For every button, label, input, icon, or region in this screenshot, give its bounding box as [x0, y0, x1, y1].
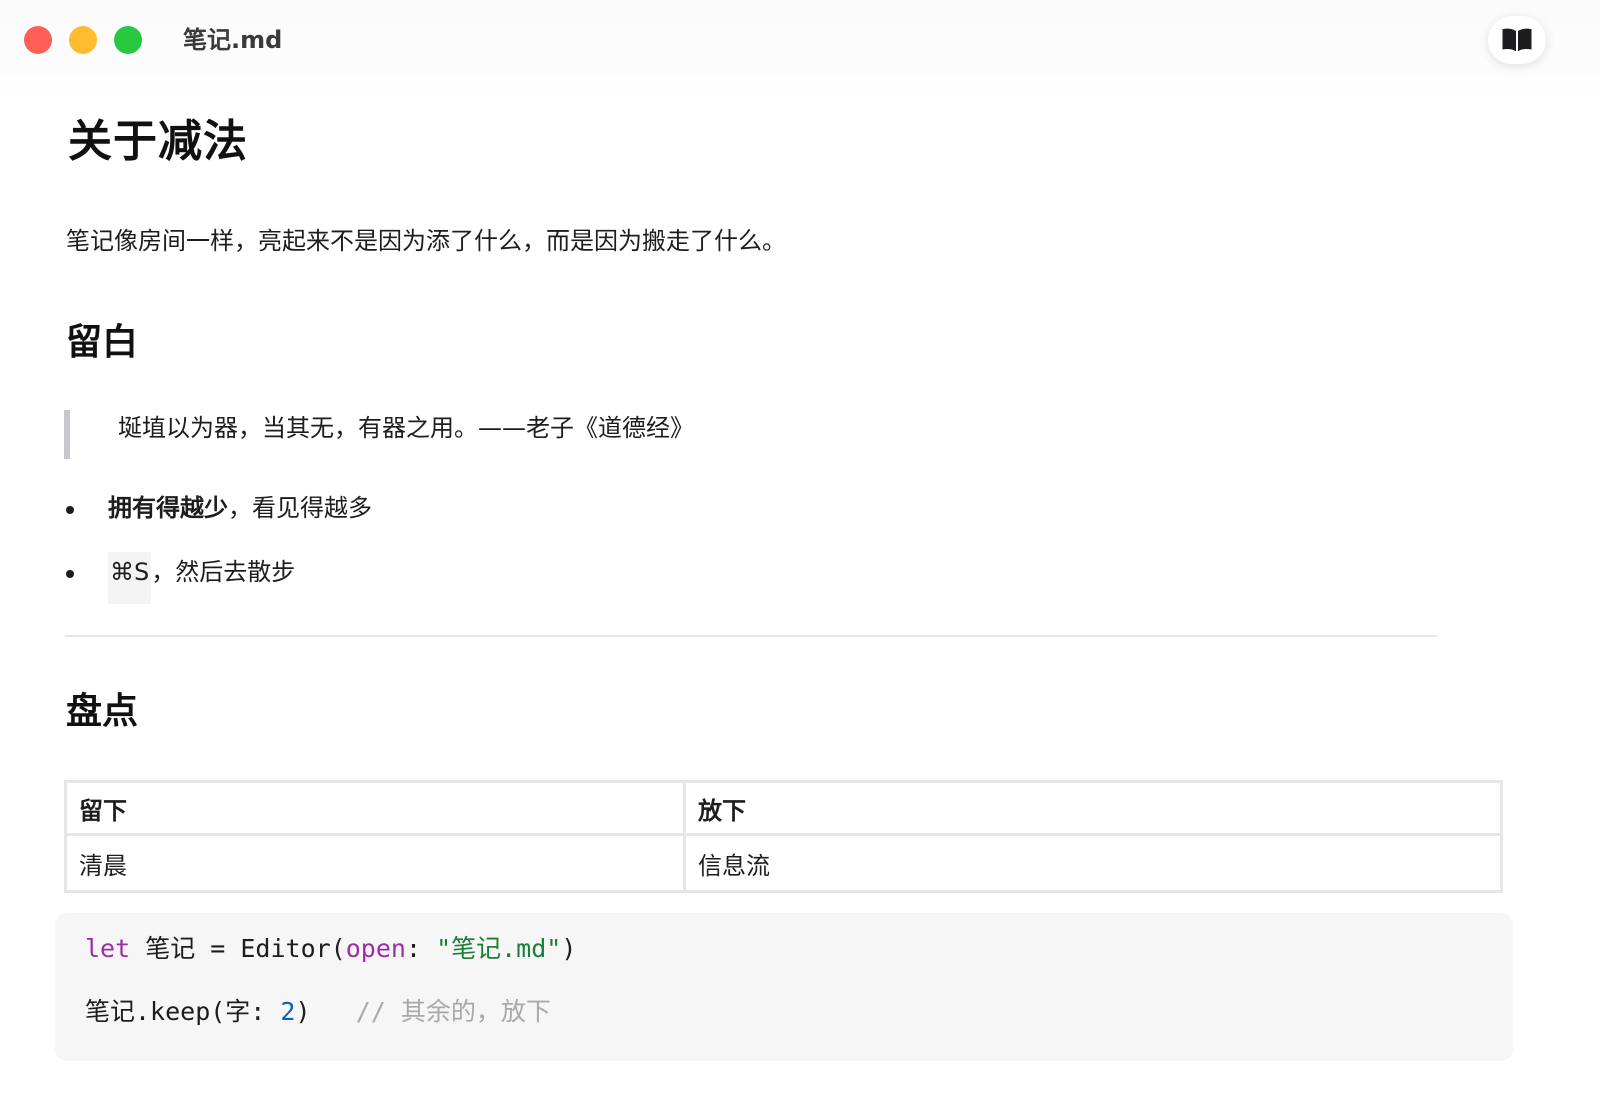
bullet-icon [66, 570, 74, 578]
section-heading-blank: 留白 [66, 322, 139, 363]
code-line: let 笔记 = Editor(open: "笔记.md") [85, 929, 576, 969]
reader-mode-button[interactable] [1488, 16, 1546, 64]
list-item-bold: 拥有得越少 [108, 494, 228, 522]
code-number: 2 [280, 997, 296, 1026]
code-identifier: 笔记 = Editor( [130, 934, 346, 963]
table-header-cell: 留下 [64, 780, 686, 836]
table-row: 清晨 信息流 [64, 833, 1504, 893]
open-book-icon [1502, 28, 1532, 52]
table-cell: 信息流 [682, 833, 1504, 893]
editor-window: 笔记.md 关于减法 笔记像房间一样，亮起来不是因为添了什么，而是因为搬走了什么… [0, 0, 1600, 1120]
quote-text: 埏埴以为器，当其无，有器之用。——老子《道德经》 [118, 414, 694, 442]
code-parameter: open [345, 934, 406, 963]
window-title: 笔记.md [183, 26, 283, 54]
title-bar: 笔记.md [0, 0, 1600, 100]
zoom-button[interactable] [114, 26, 142, 54]
intro-paragraph: 笔记像房间一样，亮起来不是因为添了什么，而是因为搬走了什么。 [66, 227, 786, 255]
code-keyword: let [85, 934, 131, 963]
list-item-text: ，看见得越多 [228, 494, 372, 522]
section-heading-inventory: 盘点 [66, 691, 139, 732]
code-punct: ) [561, 934, 577, 963]
table-header-row: 留下 放下 [64, 780, 1504, 836]
code-punct: ) [295, 997, 311, 1026]
code-punct: : [405, 934, 437, 963]
bullet-icon [66, 506, 74, 514]
code-string: "笔记.md" [436, 934, 562, 963]
inline-code: ⌘S [108, 552, 152, 604]
table-cell: 清晨 [64, 833, 686, 893]
code-identifier: 笔记.keep(字: [85, 997, 281, 1026]
list-item-text: ，然后去散步 [151, 558, 296, 586]
close-button[interactable] [24, 26, 52, 54]
code-block: let 笔记 = Editor(open: "笔记.md") 笔记.keep(字… [55, 913, 1513, 1061]
horizontal-rule [65, 635, 1437, 637]
document-title: 关于减法 [68, 116, 248, 167]
minimize-button[interactable] [69, 26, 97, 54]
inventory-table: 留下 放下 清晨 信息流 [64, 780, 1504, 893]
code-line: 笔记.keep(字: 2) // 其余的，放下 [85, 992, 551, 1032]
table-header-cell: 放下 [682, 780, 1504, 836]
code-comment: // 其余的，放下 [355, 997, 551, 1026]
blockquote: 埏埴以为器，当其无，有器之用。——老子《道德经》 [64, 410, 970, 459]
